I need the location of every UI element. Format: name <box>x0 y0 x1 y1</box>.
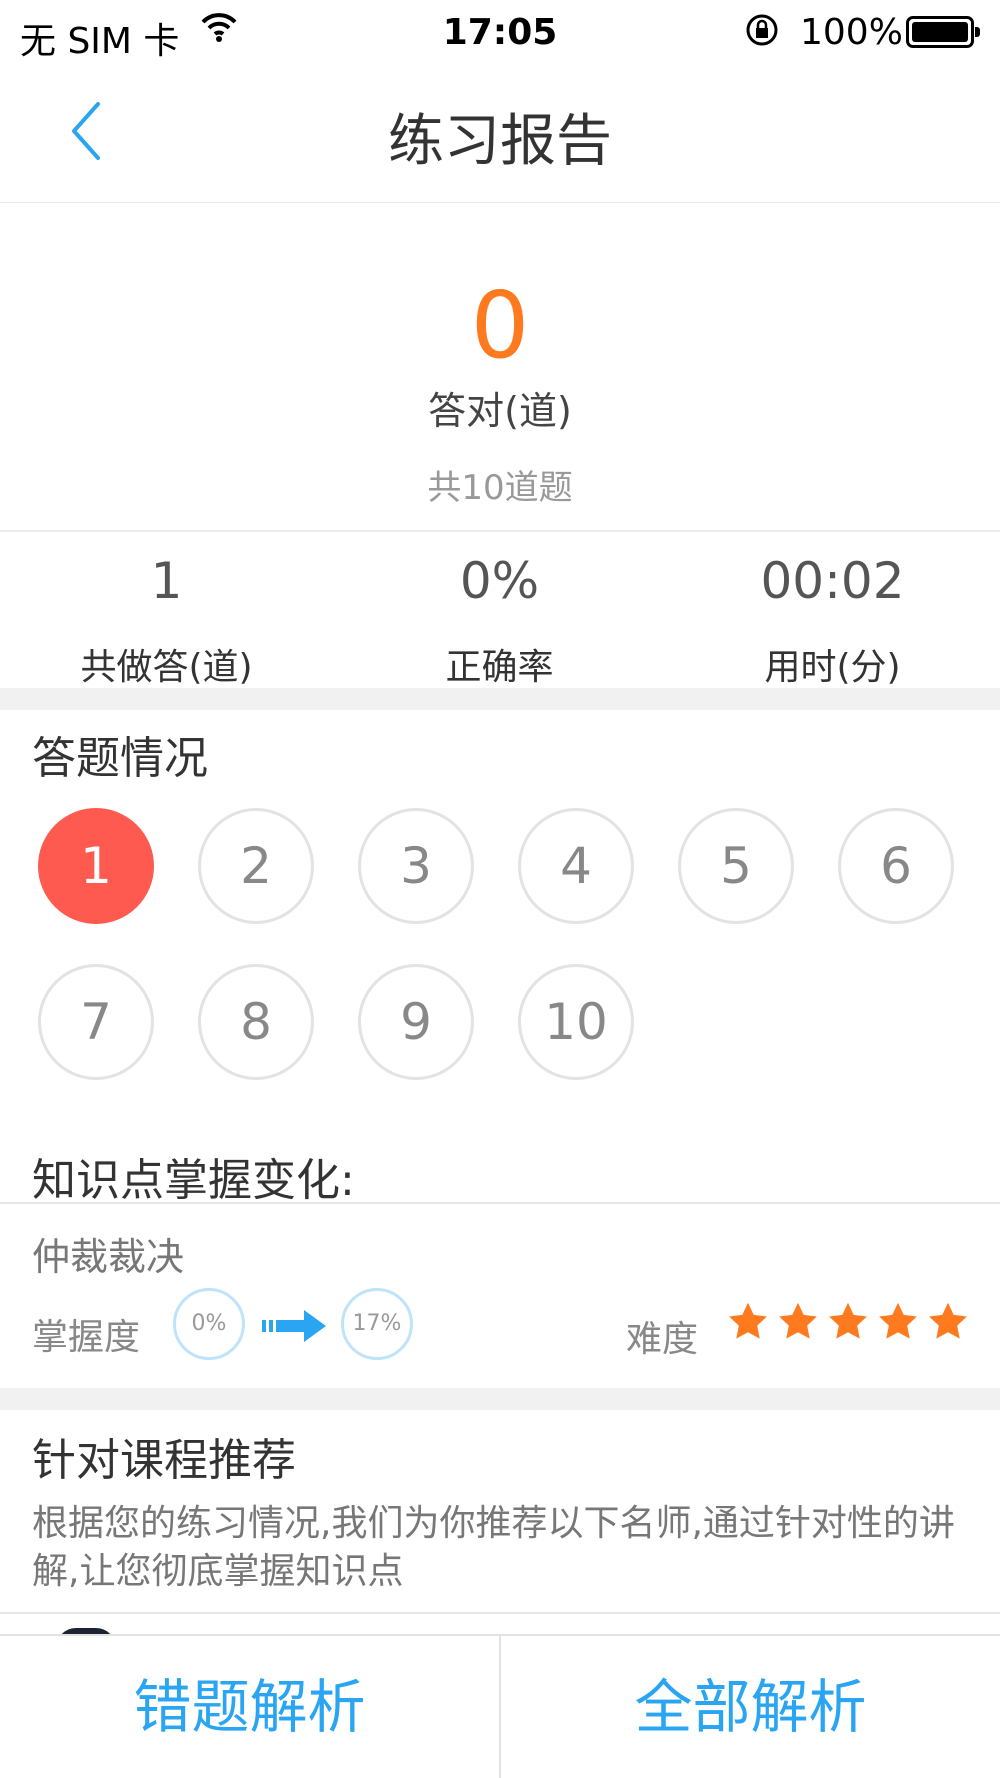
knowledge-title: 知识点掌握变化: <box>32 1155 355 1206</box>
question-circle[interactable]: 6 <box>838 808 954 924</box>
stat-value: 00:02 <box>760 552 905 610</box>
stat-label: 正确率 <box>445 647 554 688</box>
difficulty-label: 难度 <box>626 1319 699 1360</box>
stat-label: 用时(分) <box>764 647 901 688</box>
question-circle[interactable]: 2 <box>198 808 314 924</box>
divider <box>0 1202 1000 1204</box>
star-icon <box>879 1302 917 1339</box>
question-circle[interactable]: 7 <box>38 964 154 1080</box>
section-gap <box>0 688 1000 710</box>
stat-time: 00:02 用时(分) <box>666 552 999 690</box>
answers-title: 答题情况 <box>32 733 208 784</box>
battery-percent: 100% <box>800 12 903 53</box>
section-gap <box>0 1388 1000 1410</box>
total-questions: 共10道题 <box>427 468 573 508</box>
correct-label: 答对(道) <box>428 389 572 433</box>
stat-value: 0% <box>459 552 540 610</box>
stat-value: 1 <box>150 552 183 610</box>
star-icon <box>729 1302 767 1339</box>
divider <box>0 530 1000 532</box>
divider <box>0 1612 1000 1614</box>
question-circle[interactable]: 4 <box>518 808 634 924</box>
stat-answered: 1 共做答(道) <box>0 552 333 690</box>
mastery-after: 17% <box>341 1288 413 1360</box>
question-circle[interactable]: 10 <box>518 964 634 1080</box>
mastery-label: 掌握度 <box>32 1317 141 1358</box>
arrow-right-icon <box>262 1308 328 1348</box>
star-icon <box>779 1302 817 1339</box>
star-icon <box>829 1302 867 1339</box>
status-bar: 无 SIM 卡 17:05 100% <box>0 0 1000 66</box>
page-title: 练习报告 <box>388 109 612 174</box>
correct-count: 0 <box>470 272 530 379</box>
difficulty-stars <box>726 1300 976 1348</box>
orientation-lock-icon <box>742 10 782 59</box>
mastery-before: 0% <box>173 1288 245 1360</box>
question-circle[interactable]: 8 <box>198 964 314 1080</box>
recommend-description: 根据您的练习情况,我们为你推荐以下名师,通过针对性的讲解,让您彻底掌握知识点 <box>32 1503 955 1592</box>
star-icon <box>929 1302 967 1339</box>
question-circle[interactable]: 5 <box>678 808 794 924</box>
recommend-title: 针对课程推荐 <box>32 1435 296 1486</box>
knowledge-point-name: 仲裁裁决 <box>32 1235 185 1279</box>
question-circle[interactable]: 9 <box>358 964 474 1080</box>
stat-label: 共做答(道) <box>80 647 253 688</box>
all-analysis-button[interactable]: 全部解析 <box>501 1636 1000 1778</box>
question-circle[interactable]: 1 <box>38 808 154 924</box>
wrong-analysis-button[interactable]: 错题解析 <box>0 1636 499 1778</box>
bottom-action-bar: 错题解析 全部解析 <box>0 1634 1000 1778</box>
stat-accuracy: 0% 正确率 <box>333 552 666 690</box>
nav-bar: 练习报告 <box>0 66 1000 203</box>
question-circle[interactable]: 3 <box>358 808 474 924</box>
battery-icon <box>906 16 980 48</box>
